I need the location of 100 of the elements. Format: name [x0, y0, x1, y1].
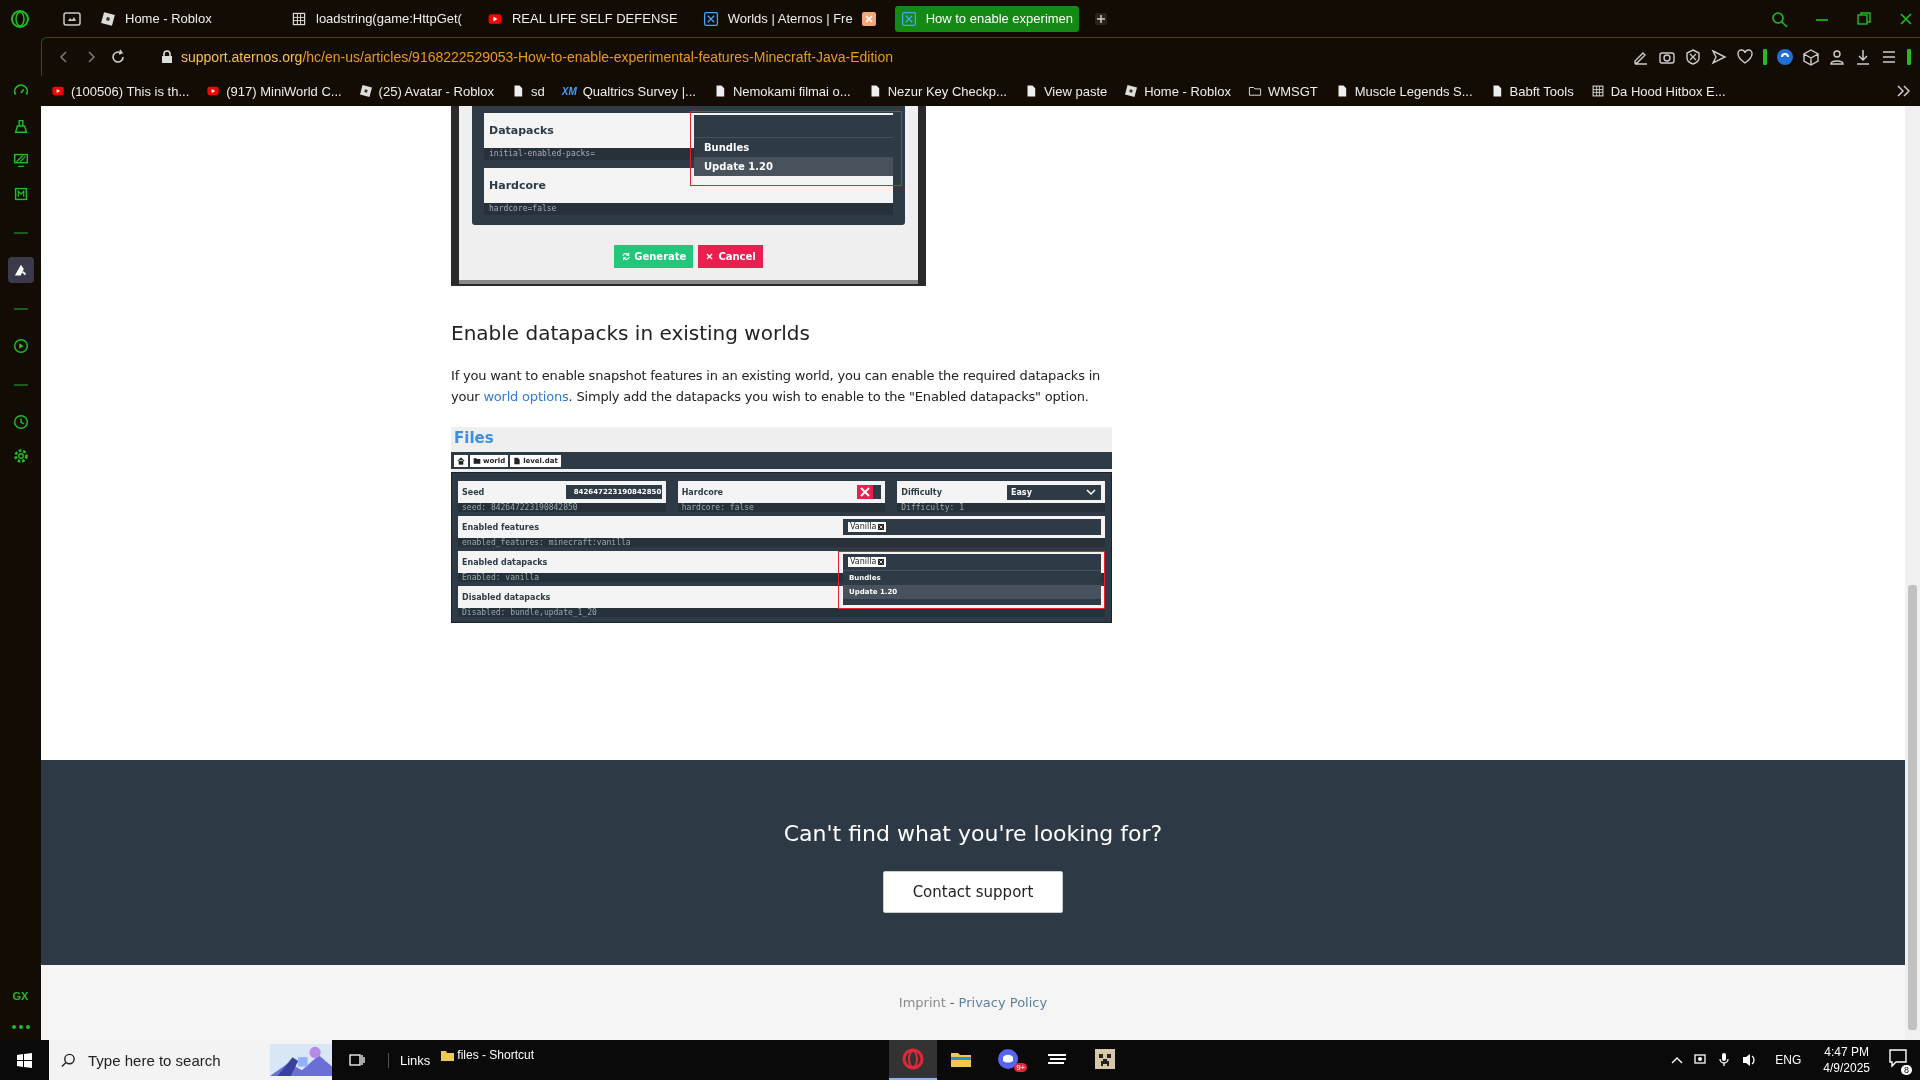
setting-label: Disabled datapacks	[462, 592, 551, 602]
shortcut-item[interactable]: files - Shortcut	[440, 1048, 535, 1062]
restore-icon[interactable]	[1856, 10, 1872, 27]
cancel-button[interactable]: Cancel	[698, 245, 763, 268]
download-icon[interactable]	[1854, 48, 1872, 66]
tab-title: Home - Roblox	[125, 11, 213, 26]
clock[interactable]: 4:47 PM 4/9/2025	[1823, 1044, 1870, 1076]
taskbar-app[interactable]	[889, 1040, 938, 1080]
folder-icon	[1247, 84, 1262, 98]
chevron-icon[interactable]	[1896, 84, 1910, 98]
bookmark[interactable]: (25) Avatar - Roblox	[358, 83, 494, 99]
link[interactable]: world options	[483, 389, 569, 404]
tab-title: Worlds | Aternos | Fre	[727, 11, 853, 26]
bookmark[interactable]: (917) MiniWorld C...	[206, 83, 342, 99]
reload-icon[interactable]	[110, 49, 126, 65]
bookmark[interactable]: Da Hood Hitbox E...	[1590, 83, 1726, 99]
search-icon[interactable]	[1770, 9, 1788, 28]
folder-icon	[440, 1048, 455, 1062]
close-icon[interactable]	[861, 11, 876, 26]
browser-tab[interactable]: Worlds | Aternos | Fre	[696, 5, 882, 32]
footer-heading: Can't find what you're looking for?	[783, 821, 1163, 846]
bookmark[interactable]: View paste	[1023, 83, 1108, 99]
shield-icon[interactable]	[1684, 48, 1702, 66]
scrollbar-thumb[interactable]	[1908, 585, 1917, 1030]
grid-icon	[291, 10, 307, 27]
round-logo-icon[interactable]	[1776, 48, 1794, 66]
scrollbar[interactable]	[1905, 106, 1920, 1040]
message-icon	[1888, 1048, 1908, 1068]
windows-logo-icon[interactable]	[16, 1051, 33, 1069]
setting-hint: hardcore: false	[677, 503, 886, 512]
browser-tab[interactable]: REAL LIFE SELF DEFENSE	[480, 5, 684, 32]
cube-icon[interactable]	[1802, 48, 1820, 66]
contact-support-button[interactable]: Contact support	[883, 871, 1063, 913]
section-heading: Enable datapacks in existing worlds	[451, 321, 810, 345]
tab-title: REAL LIFE SELF DEFENSE	[511, 11, 678, 26]
toolbar-label[interactable]: Links	[388, 1052, 431, 1068]
language-indicator[interactable]: ENG	[1775, 1053, 1802, 1067]
remove-icon[interactable]	[878, 559, 885, 565]
settings-icon	[11, 447, 30, 465]
bookmark[interactable]: XM Qualtrics Survey |...	[561, 83, 696, 99]
browser-tab[interactable]: loadstring(game:HttpGet(	[285, 5, 468, 32]
menu-icon[interactable]	[1880, 48, 1898, 66]
setting-hint: enabled_features: minecraft:vanilla	[458, 538, 1105, 547]
gx-label[interactable]: GX	[12, 990, 29, 1002]
play-circle-icon	[11, 337, 30, 355]
notification-count: 8	[1901, 1065, 1912, 1075]
file-icon	[513, 456, 522, 465]
send-icon[interactable]	[1710, 48, 1728, 66]
crossed-square-icon	[900, 10, 917, 27]
search-icon	[61, 1052, 77, 1068]
close-icon[interactable]	[1898, 10, 1914, 27]
bookmark[interactable]: Babft Tools	[1489, 83, 1574, 99]
task-view-icon[interactable]	[348, 1051, 366, 1069]
setting-label: Seed	[462, 487, 485, 497]
setting-label: Enabled features	[462, 522, 539, 532]
play-logo-icon	[206, 84, 221, 98]
breadcrumb[interactable]	[454, 454, 468, 467]
tag-field[interactable]: Vanilla	[843, 519, 1101, 535]
bookmark[interactable]: Home - Roblox	[1124, 83, 1231, 99]
opera-logo-icon[interactable]	[10, 8, 30, 29]
bookmark[interactable]: Nezur Key Checkp...	[867, 83, 1007, 99]
new-tab-icon[interactable]	[1094, 11, 1109, 26]
sidebar-button[interactable]	[7, 257, 34, 283]
setting-hint: Difficulty: 1	[897, 503, 1105, 512]
footer-link[interactable]: Privacy Policy	[958, 995, 1048, 1010]
level-bar-icon	[1762, 48, 1768, 66]
bookmark[interactable]: (100506) This is th...	[51, 83, 190, 99]
url-text[interactable]: support.aternos.org/hc/en-us/articles/9168222529053-How-to-enable-experimental-features-Minecraft-Java-Edition	[181, 49, 894, 65]
search-field[interactable]: Type here to search	[49, 1040, 332, 1080]
tag[interactable]: Vanilla	[848, 557, 887, 567]
paragraph: If you want to enable snapshot features in an existing world, you can enable the required datapacks in your world options. Simply add the datapacks you wish to enable to the "Enabled datapacks" option.	[451, 367, 1102, 406]
square-logo-icon	[358, 84, 373, 98]
close-icon	[857, 485, 874, 499]
bookmark[interactable]: Nemokami filmai o...	[712, 83, 851, 99]
setting-label: Enabled datapacks	[462, 557, 548, 567]
setting-label: Hardcore	[489, 179, 546, 192]
difficulty-dropdown[interactable]: Easy	[1007, 484, 1101, 500]
profile-icon[interactable]	[1828, 48, 1846, 66]
play-logo-icon	[51, 84, 65, 98]
bookmark[interactable]: sd	[511, 83, 545, 99]
dropdown-option[interactable]: Update 1.20	[694, 157, 893, 176]
tab-title: loadstring(game:HttpGet(	[316, 11, 462, 26]
bookmark[interactable]: Muscle Legends S...	[1334, 83, 1473, 99]
square-logo-icon	[1124, 84, 1139, 98]
toggle-switch[interactable]	[857, 485, 882, 499]
tab-title: How to enable experimen	[925, 11, 1074, 26]
remove-icon[interactable]	[878, 524, 885, 530]
close-icon	[705, 252, 715, 261]
heart-icon[interactable]	[1736, 48, 1754, 66]
browser-tab[interactable]: How to enable experimen	[894, 5, 1080, 32]
tag-field[interactable]: Vanilla	[843, 554, 1101, 570]
taskbar-app[interactable]: 9+	[985, 1040, 1034, 1080]
browser-tab[interactable]: Home - Roblox	[94, 5, 272, 32]
bookmark[interactable]: WMSGT	[1247, 83, 1318, 99]
speaker-icon[interactable]	[1741, 1052, 1758, 1068]
more-icon[interactable]	[10, 1024, 31, 1030]
setting-label: Datapacks	[489, 124, 554, 137]
refresh-icon	[621, 252, 631, 261]
tag[interactable]: Vanilla	[848, 522, 887, 532]
search-input[interactable]: Type here to search	[86, 1050, 261, 1070]
